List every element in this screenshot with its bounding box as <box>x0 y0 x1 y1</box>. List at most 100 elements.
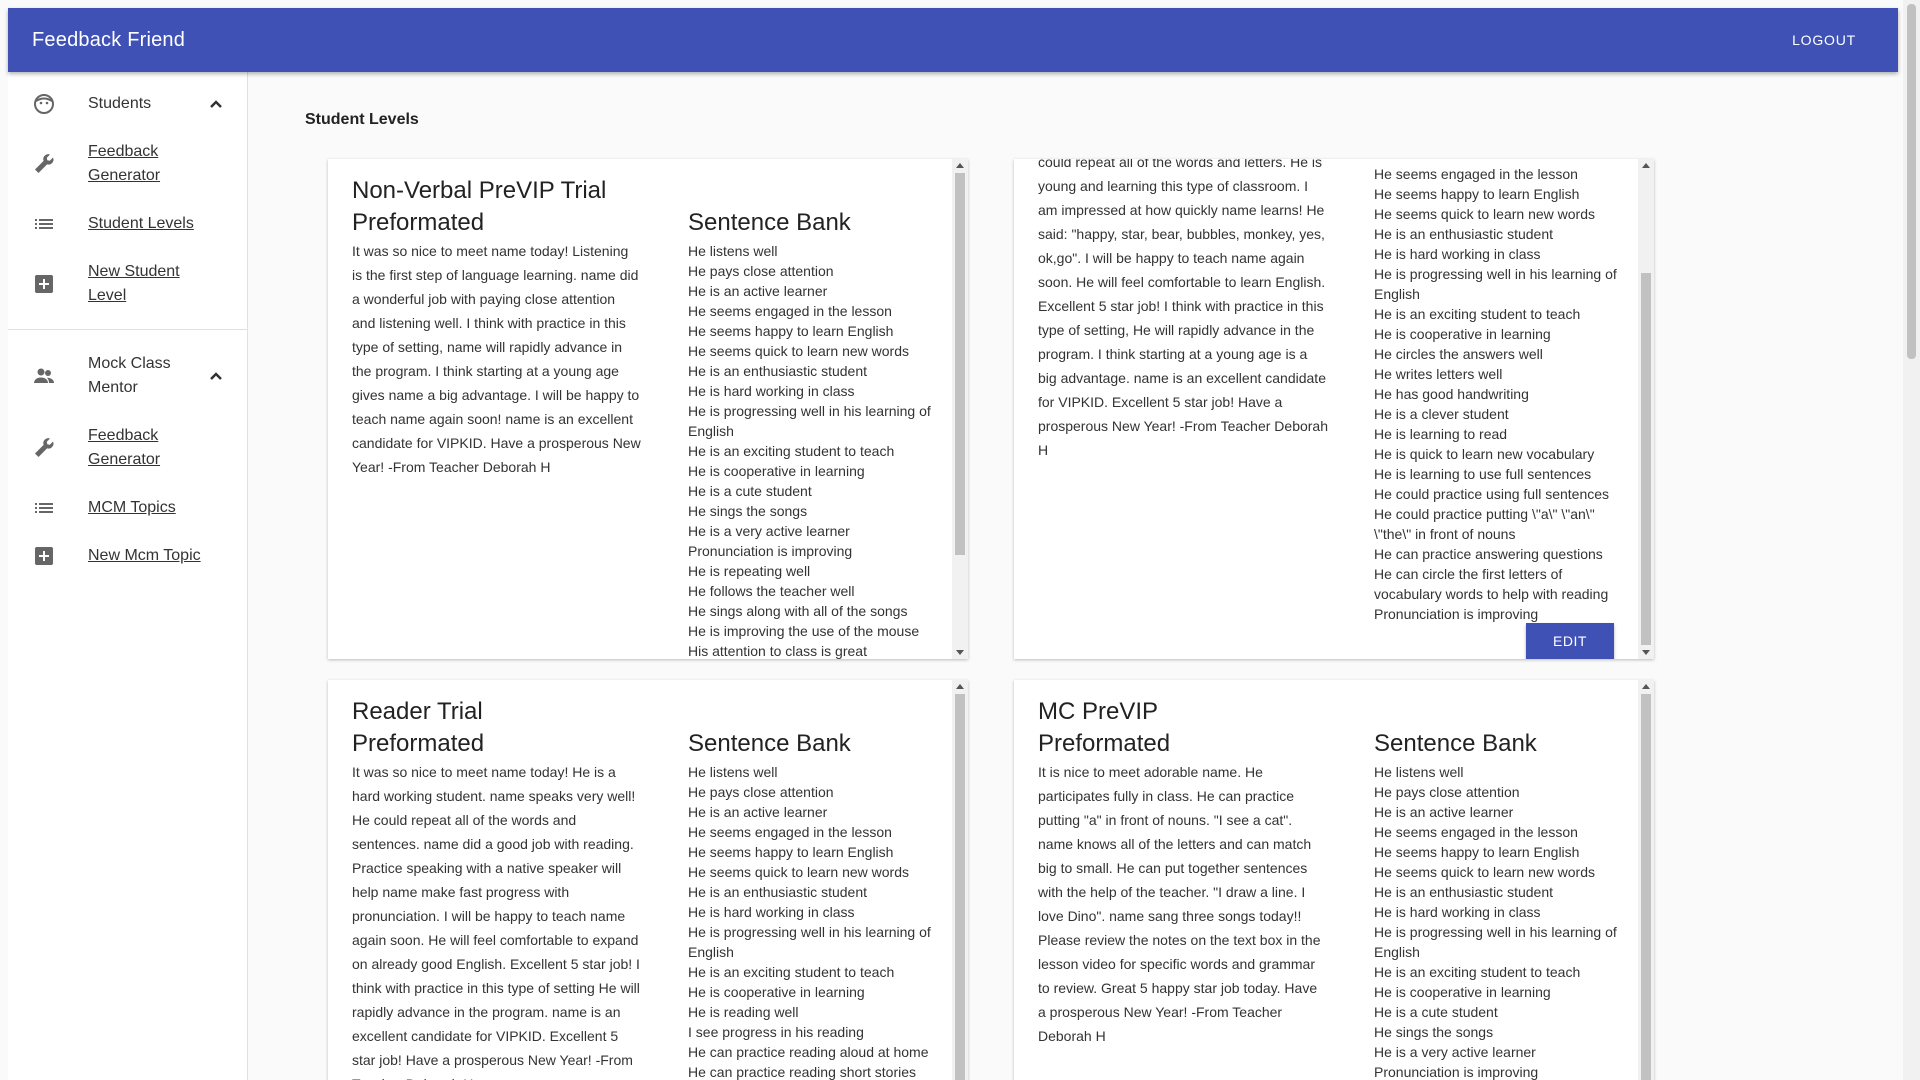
sentence-item: He is progressing well in his learning o… <box>1374 924 1617 960</box>
sentence-bank-title: Sentence Bank <box>1374 730 1537 757</box>
scroll-up-arrow-icon[interactable] <box>1642 684 1650 689</box>
card-scrollbar[interactable] <box>952 159 968 659</box>
edit-button[interactable]: EDIT <box>1526 623 1614 659</box>
wrench-icon <box>35 438 54 457</box>
chevron-up-icon[interactable] <box>204 92 228 116</box>
sentence-bank: Sentence Bank He listens well He pays clo… <box>1374 728 1624 1080</box>
sidebar-item-label[interactable]: MCM Topics <box>88 496 176 520</box>
app-title: Feedback Friend <box>32 28 186 51</box>
window-scrollbar[interactable] <box>1903 0 1920 1080</box>
sidebar-item-label[interactable]: Feedback Generator <box>88 140 198 188</box>
window-scroll-thumb[interactable] <box>1907 4 1916 359</box>
level-card-content[interactable]: Reader Trial Preformated It was so nice … <box>328 680 952 1080</box>
wrench-icon <box>35 154 54 173</box>
level-card-content[interactable]: MC PreVIP Preformated It is nice to meet… <box>1014 680 1638 1080</box>
card-scrollbar[interactable] <box>952 680 968 1080</box>
sidebar-group-students[interactable]: Students <box>8 92 248 116</box>
sentence-item: He listens well <box>688 243 778 259</box>
scroll-thumb[interactable] <box>955 173 965 555</box>
card-scrollbar[interactable] <box>1638 159 1654 659</box>
sentence-item: He pays close attention <box>1374 784 1520 800</box>
chevron-up-icon[interactable] <box>204 364 228 388</box>
sidebar-item-label[interactable]: Feedback Generator <box>88 424 198 472</box>
sidebar-group-mock-class-mentor[interactable]: Mock Class Mentor <box>8 352 248 400</box>
sentence-item: He is a cute student <box>1374 1004 1498 1020</box>
sidebar-group-students-label: Students <box>88 95 152 112</box>
sentence-item: He is a very active learner <box>1374 1044 1536 1060</box>
sentence-item: He seems quick to learn new words <box>1374 206 1595 222</box>
sentence-list: He listens well He pays close attention He… <box>1374 762 1624 1080</box>
sentence-item: He is hard working in class <box>1374 904 1541 920</box>
sentence-item: He listens well <box>688 764 778 780</box>
level-card-left: could repeat all of the words and letter… <box>1038 159 1328 462</box>
face-icon <box>34 94 54 114</box>
scroll-up-arrow-icon[interactable] <box>956 684 964 689</box>
level-feedback-text: It was so nice to meet name today! He is… <box>352 764 640 1080</box>
sentence-item: He sings the songs <box>688 503 808 519</box>
scroll-up-arrow-icon[interactable] <box>1642 163 1650 168</box>
scroll-thumb[interactable] <box>1641 273 1651 645</box>
sentence-item: He is hard working in class <box>688 383 855 399</box>
level-card-content[interactable]: Non-Verbal PreVIP Trial Preformated It w… <box>328 159 952 659</box>
sentence-item: He is an enthusiastic student <box>1374 226 1553 242</box>
sentence-item: He follows the teacher well <box>688 583 855 599</box>
level-card: could repeat all of the words and letter… <box>1014 159 1654 659</box>
sentence-item: He is progressing well in his learning o… <box>1374 266 1617 302</box>
sidebar-item-mcm-feedback-generator[interactable]: Feedback Generator <box>8 424 248 472</box>
sentence-item: Pronunciation is improving <box>1374 606 1539 622</box>
sentence-item: He pays close attention <box>688 263 834 279</box>
level-card-left: MC PreVIP Preformated It is nice to meet… <box>1038 696 1328 1048</box>
sentence-list: He listens well He pays close attention He… <box>688 241 938 659</box>
sentence-item: He seems engaged in the lesson <box>1374 166 1578 182</box>
sentence-item: He seems happy to learn English <box>1374 844 1580 860</box>
level-card: MC PreVIP Preformated It is nice to meet… <box>1014 680 1654 1080</box>
sentence-item: He could practice putting \"a\" \"an\" \… <box>1374 506 1595 542</box>
sentence-item: He is an exciting student to teach <box>688 443 895 459</box>
sidebar-item-new-student-level[interactable]: New Student Level <box>8 260 248 308</box>
sentence-item: He can practice reading short stories <box>688 1064 916 1080</box>
list-icon <box>35 503 53 513</box>
sentence-item: I see progress in his reading <box>688 1024 864 1040</box>
level-card-left: Non-Verbal PreVIP Trial Preformated It w… <box>352 175 642 479</box>
sentence-item: He is cooperative in learning <box>688 463 865 479</box>
sentence-bank-title: Sentence Bank <box>688 209 851 236</box>
sentence-item: He seems engaged in the lesson <box>1374 824 1578 840</box>
level-card-content[interactable]: could repeat all of the words and letter… <box>1014 159 1638 659</box>
sentence-item: He pays close attention <box>688 784 834 800</box>
sentence-item: He seems happy to learn English <box>688 323 894 339</box>
sidebar-item-student-levels[interactable]: Student Levels <box>8 212 248 236</box>
sentence-list: He listens well He pays close attention He… <box>688 762 938 1080</box>
sentence-item: He is a cute student <box>688 483 812 499</box>
scroll-thumb[interactable] <box>1641 694 1651 1080</box>
scroll-down-arrow-icon[interactable] <box>956 650 964 655</box>
sidebar-item-label[interactable]: Student Levels <box>88 212 194 236</box>
scroll-up-arrow-icon[interactable] <box>956 163 964 168</box>
sentence-item: He seems engaged in the lesson <box>688 824 892 840</box>
sentence-item: Pronunciation is improving <box>688 543 853 559</box>
sentence-item: He is an active learner <box>688 283 828 299</box>
sentence-item: He is repeating well <box>688 563 811 579</box>
level-card-left: Reader Trial Preformated It was so nice … <box>352 696 642 1080</box>
list-icon <box>35 219 53 229</box>
sidebar-item-label[interactable]: New Mcm Topic <box>88 544 201 568</box>
sentence-item: He is progressing well in his learning o… <box>688 924 931 960</box>
sentence-item: He seems quick to learn new words <box>1374 864 1595 880</box>
scroll-thumb[interactable] <box>955 694 965 1080</box>
sentence-item: He is an active learner <box>1374 804 1514 820</box>
sidebar-item-mcm-topics[interactable]: MCM Topics <box>8 496 248 520</box>
people-icon <box>34 368 54 383</box>
sentence-item: He is progressing well in his learning o… <box>688 403 931 439</box>
sidebar-item-label[interactable]: New Student Level <box>88 260 198 308</box>
sidebar-item-new-mcm-topic[interactable]: New Mcm Topic <box>8 544 248 568</box>
scroll-down-arrow-icon[interactable] <box>1642 650 1650 655</box>
app-bar: Feedback Friend LOGOUT <box>8 8 1898 72</box>
sidebar-item-feedback-generator[interactable]: Feedback Generator <box>8 140 248 188</box>
card-scrollbar[interactable] <box>1638 680 1654 1080</box>
page: Feedback Friend LOGOUT Students Feedback… <box>0 0 1920 1080</box>
sentence-item: He circles the answers well <box>1374 346 1543 362</box>
logout-button[interactable]: LOGOUT <box>1792 32 1874 48</box>
sentence-item: Pronunciation is improving <box>1374 1064 1539 1080</box>
sentence-list: He seems engaged in the lesson He seems h… <box>1374 164 1624 624</box>
sentence-item: He is cooperative in learning <box>1374 984 1551 1000</box>
sentence-item: He seems happy to learn English <box>1374 186 1580 202</box>
